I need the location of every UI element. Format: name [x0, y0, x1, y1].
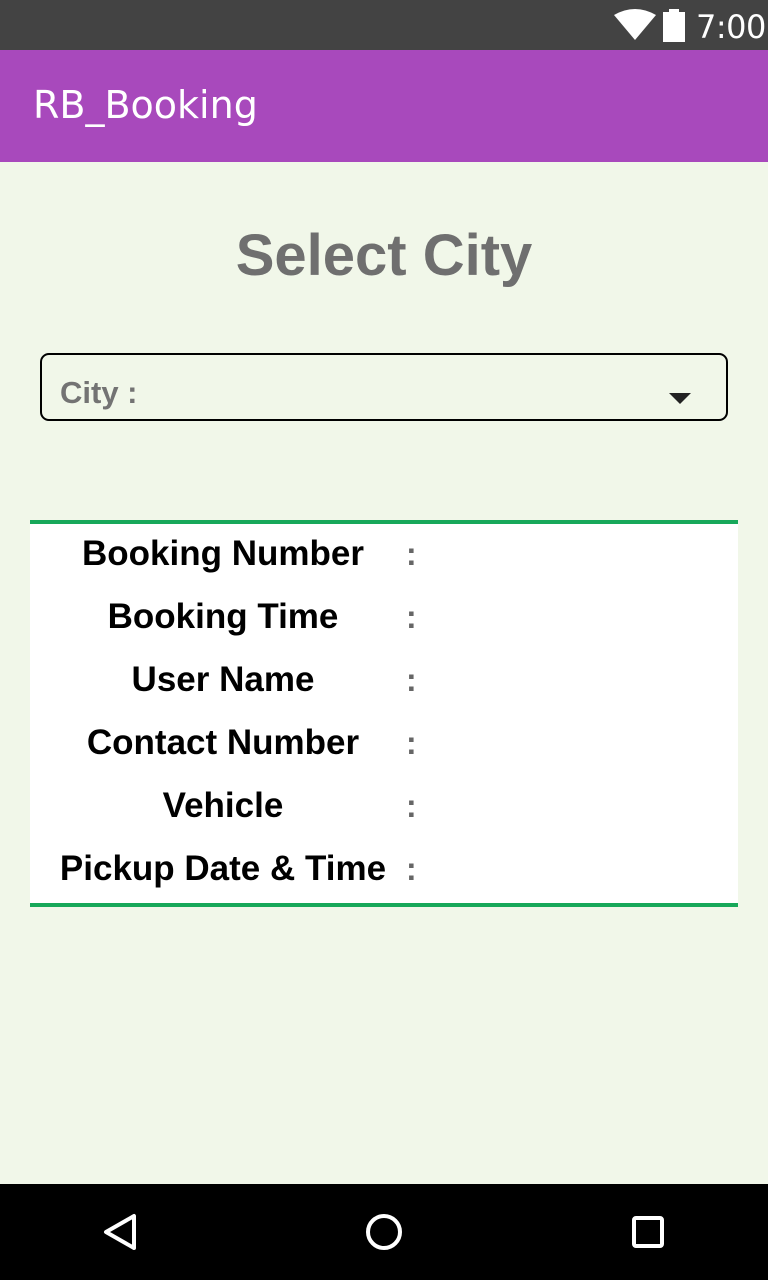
- app-title: RB_Booking: [33, 83, 258, 127]
- pickup-date-time-label: Pickup Date & Time: [59, 849, 387, 888]
- page-title: Select City: [235, 223, 533, 288]
- separator: :: [406, 599, 417, 635]
- booking-details-table: Booking Number : Booking Time : User Nam…: [30, 520, 738, 907]
- vehicle-label: Vehicle: [162, 786, 284, 825]
- app-bar: RB_Booking: [0, 50, 768, 162]
- user-name-label: User Name: [131, 660, 315, 699]
- status-bar: 7:00: [0, 0, 768, 50]
- city-dropdown[interactable]: City :: [40, 353, 728, 421]
- contact-number-label: Contact Number: [86, 723, 360, 762]
- city-label: City :: [60, 375, 138, 410]
- details-row-contact-number: Contact Number :: [30, 713, 738, 776]
- details-row-pickup-date-time: Pickup Date & Time :: [30, 839, 738, 902]
- recents-icon[interactable]: [624, 1208, 672, 1256]
- separator: :: [406, 662, 417, 698]
- dropdown-arrow-icon: [669, 393, 691, 404]
- details-row-booking-time: Booking Time :: [30, 587, 738, 650]
- status-time: 7:00: [696, 8, 766, 46]
- details-row-user-name: User Name :: [30, 650, 738, 713]
- details-row-booking-number: Booking Number :: [30, 524, 738, 587]
- battery-icon: [663, 9, 685, 42]
- booking-number-label: Booking Number: [82, 534, 364, 573]
- wifi-icon: [614, 9, 656, 40]
- separator: :: [406, 725, 417, 761]
- separator: :: [406, 788, 417, 824]
- separator: :: [406, 851, 417, 887]
- details-row-vehicle: Vehicle :: [30, 776, 738, 839]
- back-icon[interactable]: [96, 1208, 144, 1256]
- home-icon[interactable]: [360, 1208, 408, 1256]
- navigation-bar: [0, 1184, 768, 1280]
- booking-time-label: Booking Time: [107, 597, 339, 636]
- separator: :: [406, 536, 417, 572]
